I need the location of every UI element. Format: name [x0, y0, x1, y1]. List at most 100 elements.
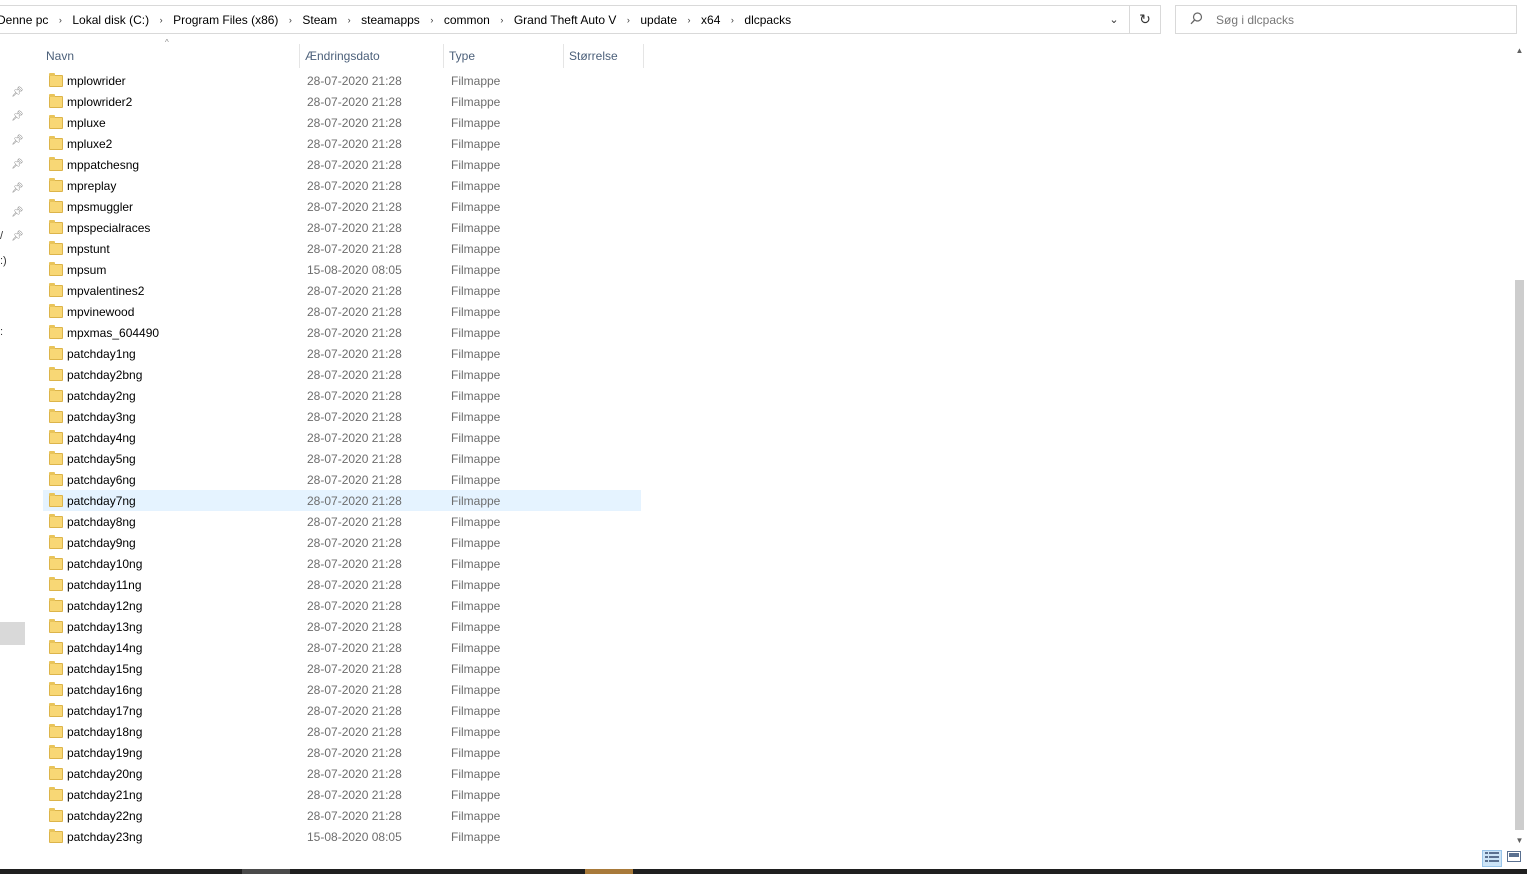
pin-icon[interactable]: 📌︎: [11, 184, 24, 194]
breadcrumb-item[interactable]: dlcpacks: [743, 13, 792, 27]
file-row[interactable]: patchday7ng 28-07-2020 21:28 Filmappe: [43, 490, 641, 511]
navigation-pane[interactable]: 📌︎ 📌︎ 📌︎ 📌︎ 📌︎ 📌︎ 📌︎ / :) :: [0, 44, 27, 856]
breadcrumb-chevron-icon[interactable]: ›: [421, 15, 443, 25]
scrollbar-thumb[interactable]: [1515, 280, 1524, 830]
file-row[interactable]: patchday19ng 28-07-2020 21:28 Filmappe: [43, 742, 641, 763]
chevron-down-icon: ⌄: [1109, 14, 1119, 26]
file-name: patchday18ng: [67, 724, 143, 739]
file-row[interactable]: patchday11ng 28-07-2020 21:28 Filmappe: [43, 574, 641, 595]
file-row[interactable]: mpxmas_604490 28-07-2020 21:28 Filmappe: [43, 322, 641, 343]
nav-item-fragment[interactable]: :: [0, 326, 3, 338]
breadcrumb-item[interactable]: steamapps: [360, 13, 421, 27]
file-row[interactable]: mpreplay 28-07-2020 21:28 Filmappe: [43, 175, 641, 196]
pin-icon[interactable]: 📌︎: [11, 208, 24, 218]
breadcrumb-item[interactable]: Program Files (x86): [172, 13, 279, 27]
address-bar[interactable]: Denne pc › Lokal disk (C:) › Program Files (…: [0, 5, 1161, 34]
file-row[interactable]: mpvalentines2 28-07-2020 21:28 Filmappe: [43, 280, 641, 301]
breadcrumb-item[interactable]: Steam: [301, 13, 338, 27]
taskbar-item[interactable]: [242, 869, 290, 874]
file-row[interactable]: patchday10ng 28-07-2020 21:28 Filmappe: [43, 553, 641, 574]
column-header-size[interactable]: Størrelse: [564, 44, 644, 68]
details-view-icon: [1485, 852, 1499, 862]
vertical-scrollbar[interactable]: ▲ ▼: [1512, 44, 1527, 848]
file-row[interactable]: patchday22ng 28-07-2020 21:28 Filmappe: [43, 805, 641, 826]
file-row[interactable]: patchday8ng 28-07-2020 21:28 Filmappe: [43, 511, 641, 532]
breadcrumb-chevron-icon[interactable]: ›: [721, 15, 743, 25]
file-date: 15-08-2020 08:05: [307, 262, 402, 277]
pin-icon[interactable]: 📌︎: [11, 112, 24, 122]
file-name: mpreplay: [67, 178, 117, 193]
file-row[interactable]: patchday1ng 28-07-2020 21:28 Filmappe: [43, 343, 641, 364]
breadcrumb-item[interactable]: Lokal disk (C:): [71, 13, 150, 27]
breadcrumb-chevron-icon[interactable]: ›: [491, 15, 513, 25]
address-history-button[interactable]: ⌄: [1099, 6, 1129, 33]
nav-item-fragment[interactable]: /: [0, 230, 3, 242]
file-row[interactable]: patchday5ng 28-07-2020 21:28 Filmappe: [43, 448, 641, 469]
breadcrumb-item[interactable]: x64: [700, 13, 721, 27]
scroll-down-button[interactable]: ▼: [1512, 834, 1527, 848]
breadcrumb-chevron-icon[interactable]: ›: [617, 15, 639, 25]
file-type: Filmappe: [451, 325, 501, 340]
refresh-button[interactable]: ↻: [1129, 6, 1160, 33]
file-row[interactable]: mpstunt 28-07-2020 21:28 Filmappe: [43, 238, 641, 259]
file-row[interactable]: patchday21ng 28-07-2020 21:28 Filmappe: [43, 784, 641, 805]
file-row[interactable]: patchday20ng 28-07-2020 21:28 Filmappe: [43, 763, 641, 784]
pin-icon[interactable]: 📌︎: [11, 88, 24, 98]
breadcrumb-chevron-icon[interactable]: ›: [338, 15, 360, 25]
pin-icon[interactable]: 📌︎: [11, 160, 24, 170]
nav-item-selected[interactable]: [0, 622, 25, 645]
file-row[interactable]: patchday6ng 28-07-2020 21:28 Filmappe: [43, 469, 641, 490]
file-row[interactable]: patchday13ng 28-07-2020 21:28 Filmappe: [43, 616, 641, 637]
column-header-date[interactable]: Ændringsdato: [300, 44, 444, 68]
column-header-type[interactable]: Type: [444, 44, 564, 68]
file-row[interactable]: patchday3ng 28-07-2020 21:28 Filmappe: [43, 406, 641, 427]
search-box[interactable]: Søg i dlcpacks: [1175, 5, 1517, 34]
breadcrumb-chevron-icon[interactable]: ›: [49, 15, 71, 25]
scroll-up-button[interactable]: ▲: [1512, 44, 1527, 58]
file-row[interactable]: patchday4ng 28-07-2020 21:28 Filmappe: [43, 427, 641, 448]
file-row[interactable]: mpluxe2 28-07-2020 21:28 Filmappe: [43, 133, 641, 154]
breadcrumb-item[interactable]: common: [443, 13, 491, 27]
file-row[interactable]: mplowrider 28-07-2020 21:28 Filmappe: [43, 70, 641, 91]
file-row[interactable]: mpsum 15-08-2020 08:05 Filmappe: [43, 259, 641, 280]
file-row[interactable]: mpvinewood 28-07-2020 21:28 Filmappe: [43, 301, 641, 322]
breadcrumb-chevron-icon[interactable]: ›: [279, 15, 301, 25]
folder-icon: [49, 723, 63, 738]
file-row[interactable]: patchday23ng 15-08-2020 08:05 Filmappe: [43, 826, 641, 847]
file-row[interactable]: mpluxe 28-07-2020 21:28 Filmappe: [43, 112, 641, 133]
file-row[interactable]: mppatchesng 28-07-2020 21:28 Filmappe: [43, 154, 641, 175]
file-row[interactable]: mpsmuggler 28-07-2020 21:28 Filmappe: [43, 196, 641, 217]
pin-icon[interactable]: 📌︎: [11, 136, 24, 146]
nav-item-fragment[interactable]: :): [0, 255, 7, 267]
file-row[interactable]: patchday9ng 28-07-2020 21:28 Filmappe: [43, 532, 641, 553]
file-row[interactable]: patchday17ng 28-07-2020 21:28 Filmappe: [43, 700, 641, 721]
taskbar-item[interactable]: [585, 869, 633, 874]
breadcrumb-item[interactable]: Denne pc: [0, 13, 49, 27]
file-row[interactable]: mplowrider2 28-07-2020 21:28 Filmappe: [43, 91, 641, 112]
file-row[interactable]: patchday2ng 28-07-2020 21:28 Filmappe: [43, 385, 641, 406]
file-row[interactable]: patchday14ng 28-07-2020 21:28 Filmappe: [43, 637, 641, 658]
breadcrumb-chevron-icon[interactable]: ›: [150, 15, 172, 25]
folder-icon: [49, 702, 63, 717]
breadcrumb-item[interactable]: update: [639, 13, 678, 27]
large-icons-view-button[interactable]: [1504, 850, 1524, 867]
file-date: 28-07-2020 21:28: [307, 388, 402, 403]
file-row[interactable]: patchday16ng 28-07-2020 21:28 Filmappe: [43, 679, 641, 700]
file-date: 28-07-2020 21:28: [307, 409, 402, 424]
breadcrumb-chevron-icon[interactable]: ›: [678, 15, 700, 25]
folder-icon: [49, 828, 63, 843]
file-type: Filmappe: [451, 241, 501, 256]
folder-icon: [49, 219, 63, 234]
file-date: 28-07-2020 21:28: [307, 661, 402, 676]
file-row[interactable]: mpspecialraces 28-07-2020 21:28 Filmappe: [43, 217, 641, 238]
file-row[interactable]: patchday12ng 28-07-2020 21:28 Filmappe: [43, 595, 641, 616]
search-input[interactable]: Søg i dlcpacks: [1216, 13, 1294, 27]
file-row[interactable]: patchday15ng 28-07-2020 21:28 Filmappe: [43, 658, 641, 679]
folder-icon: [49, 135, 63, 150]
details-view-button[interactable]: [1482, 850, 1502, 867]
file-row[interactable]: patchday18ng 28-07-2020 21:28 Filmappe: [43, 721, 641, 742]
file-row[interactable]: patchday2bng 28-07-2020 21:28 Filmappe: [43, 364, 641, 385]
breadcrumb-item[interactable]: Grand Theft Auto V: [513, 13, 618, 27]
column-header-name[interactable]: Navn: [41, 44, 300, 68]
pin-icon[interactable]: 📌︎: [11, 232, 24, 242]
